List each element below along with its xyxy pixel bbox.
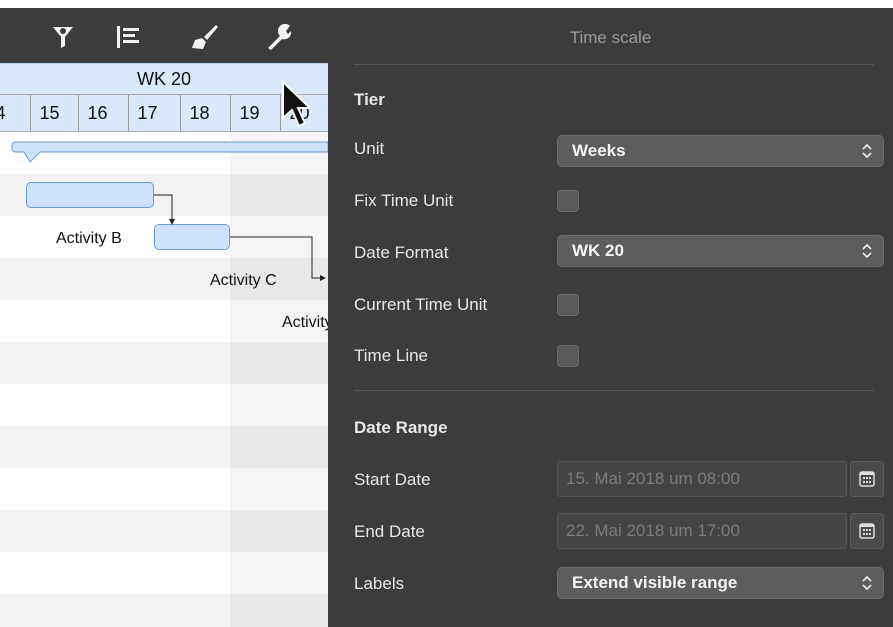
current-time-unit-checkbox[interactable] [557,294,579,316]
day-cell: 14 [0,95,14,131]
end-date-field[interactable]: 22. Mai 2018 um 17:00 [557,513,847,549]
inspector-title: Time scale [569,28,652,47]
chevron-updown-icon [862,143,872,159]
day-cell: 18 [180,95,218,131]
unit-value: Weeks [572,141,626,160]
end-date-label: End Date [354,522,425,541]
calendar-icon [859,523,875,539]
start-date-placeholder: 15. Mai 2018 um 08:00 [566,469,740,488]
end-date-calendar-button[interactable] [850,513,884,549]
date-range-section-title: Date Range [354,418,448,437]
week-header: WK 20 [0,63,328,95]
gantt-chart[interactable]: WK 20 14 15 16 17 18 19 20 Activity B Ac… [0,0,328,627]
activity-bar-a[interactable] [26,182,154,208]
fix-time-unit-label: Fix Time Unit [354,191,454,210]
start-date-field[interactable]: 15. Mai 2018 um 08:00 [557,461,847,497]
divider [354,390,874,391]
mouse-cursor-icon [282,80,313,128]
date-format-value: WK 20 [572,241,624,260]
day-cell: 16 [78,95,116,131]
calendar-icon [859,471,875,487]
end-date-placeholder: 22. Mai 2018 um 17:00 [566,521,740,540]
time-line-label: Time Line [354,346,429,365]
start-date-calendar-button[interactable] [850,461,884,497]
divider [354,64,874,65]
activity-label: Activity B [56,230,122,247]
timescale-inspector: Time scale Tier Unit Weeks Fix Time Unit… [328,8,893,627]
labels-value: Extend visible range [572,573,738,592]
current-time-unit-label: Current Time Unit [354,295,488,314]
day-cell: 19 [230,95,268,131]
labels-popup[interactable]: Extend visible range [557,567,884,599]
dependency-arrows [154,194,326,281]
day-header: 14 15 16 17 18 19 20 [0,95,328,132]
unit-label: Unit [354,139,385,158]
date-format-popup[interactable]: WK 20 [557,235,884,267]
unit-popup[interactable]: Weeks [557,135,884,167]
chevron-updown-icon [862,243,872,259]
day-cell: 15 [30,95,68,131]
date-format-label: Date Format [354,243,449,262]
day-cell: 17 [128,95,166,131]
toolbar [0,8,328,63]
summary-bar[interactable] [10,140,328,164]
outline-icon[interactable] [114,22,144,52]
wrench-icon[interactable] [264,22,294,52]
funnel-icon[interactable] [48,22,78,52]
tier-section-title: Tier [354,90,385,109]
brush-icon[interactable] [190,22,220,52]
time-line-checkbox[interactable] [557,345,579,367]
chevron-updown-icon [862,575,872,591]
start-date-label: Start Date [354,470,431,489]
fix-time-unit-checkbox[interactable] [557,190,579,212]
labels-label: Labels [354,574,405,593]
activity-label: Activity D [282,314,328,331]
